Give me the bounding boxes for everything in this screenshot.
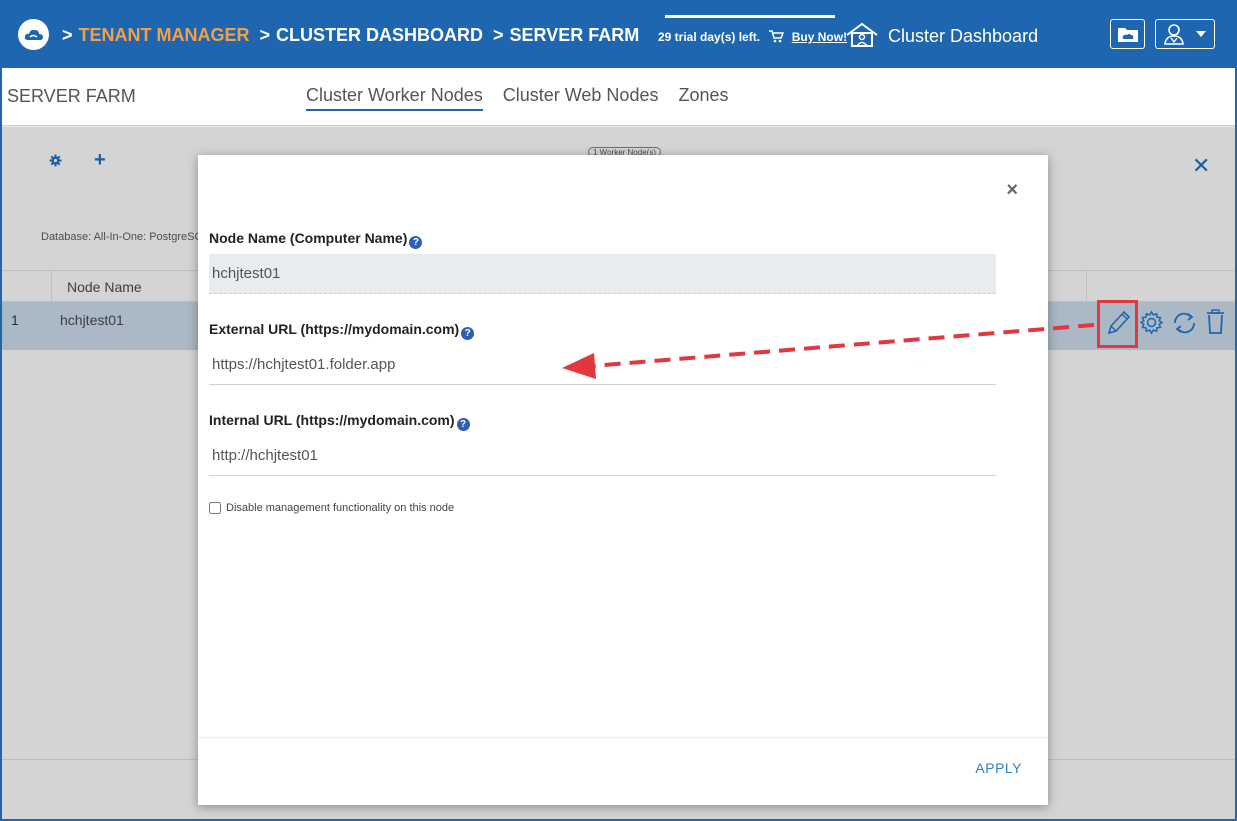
trash-icon[interactable] (1205, 309, 1226, 340)
node-name-field[interactable] (209, 254, 996, 294)
node-name-label-text: Node Name (Computer Name) (209, 230, 408, 246)
trial-days-text: 29 trial day(s) left. (658, 30, 761, 44)
disable-management-label: Disable management functionality on this… (226, 502, 455, 514)
cluster-dashboard-title: Cluster Dashboard (888, 26, 1039, 46)
external-url-field[interactable] (209, 345, 996, 385)
cloud-folder-icon (1117, 27, 1138, 42)
breadcrumb-separator: > (62, 25, 73, 45)
external-url-label-text: External URL (https://mydomain.com) (209, 321, 460, 337)
disable-management-option[interactable]: Disable management functionality on this… (209, 502, 454, 514)
cloud-icon (24, 29, 43, 40)
edit-button-highlight (1097, 300, 1138, 348)
breadcrumb: > TENANT MANAGER > CLUSTER DASHBOARD > SERVER… (62, 25, 649, 46)
trial-notice: 29 trial day(s) left. Buy Now! (658, 30, 847, 46)
dialog-close-button[interactable]: × (1006, 179, 1018, 202)
edit-node-dialog: × Node Name (Computer Name)? External UR… (198, 155, 1048, 805)
breadcrumb-tenant-manager[interactable]: TENANT MANAGER (79, 25, 250, 45)
trial-progress-bar (665, 15, 835, 18)
house-icon (845, 22, 879, 53)
help-icon[interactable]: ? (456, 418, 470, 431)
disable-management-checkbox[interactable] (209, 502, 221, 514)
node-name-label: Node Name (Computer Name)? (209, 230, 423, 249)
external-url-label: External URL (https://mydomain.com)? (209, 321, 475, 340)
internal-url-label-text: Internal URL (https://mydomain.com) (209, 412, 455, 428)
sub-navigation: SERVER FARM Cluster Worker Nodes Cluster… (2, 68, 1235, 126)
buy-now-link[interactable]: Buy Now! (792, 30, 847, 44)
breadcrumb-cluster-dashboard[interactable]: CLUSTER DASHBOARD (276, 25, 483, 45)
app-logo[interactable] (18, 19, 49, 50)
chevron-down-icon (1196, 31, 1206, 37)
help-icon[interactable]: ? (409, 236, 423, 249)
tab-cluster-web-nodes[interactable]: Cluster Web Nodes (503, 85, 659, 111)
internal-url-field[interactable] (209, 436, 996, 476)
refresh-icon[interactable] (1171, 311, 1198, 340)
dialog-footer-divider (198, 737, 1048, 738)
top-header: > TENANT MANAGER > CLUSTER DASHBOARD > SERVER… (2, 2, 1235, 68)
breadcrumb-separator: > (493, 25, 504, 45)
breadcrumb-separator: > (259, 25, 271, 45)
internal-url-label: Internal URL (https://mydomain.com)? (209, 412, 470, 431)
tab-bar: Cluster Worker Nodes Cluster Web Nodes Z… (306, 85, 729, 111)
tab-cluster-worker-nodes[interactable]: Cluster Worker Nodes (306, 85, 483, 111)
cart-icon (769, 30, 785, 46)
user-menu-button[interactable] (1155, 19, 1215, 49)
apply-button[interactable]: APPLY (975, 760, 1022, 776)
app-window: > TENANT MANAGER > CLUSTER DASHBOARD > SERVER… (0, 0, 1237, 821)
folder-button[interactable] (1110, 19, 1145, 49)
user-icon (1164, 24, 1184, 45)
help-icon[interactable]: ? (461, 327, 475, 340)
tab-zones[interactable]: Zones (678, 85, 728, 111)
page-title: SERVER FARM (7, 86, 136, 106)
settings-gear-icon[interactable] (1139, 310, 1164, 340)
breadcrumb-server-farm: SERVER FARM (509, 25, 640, 45)
